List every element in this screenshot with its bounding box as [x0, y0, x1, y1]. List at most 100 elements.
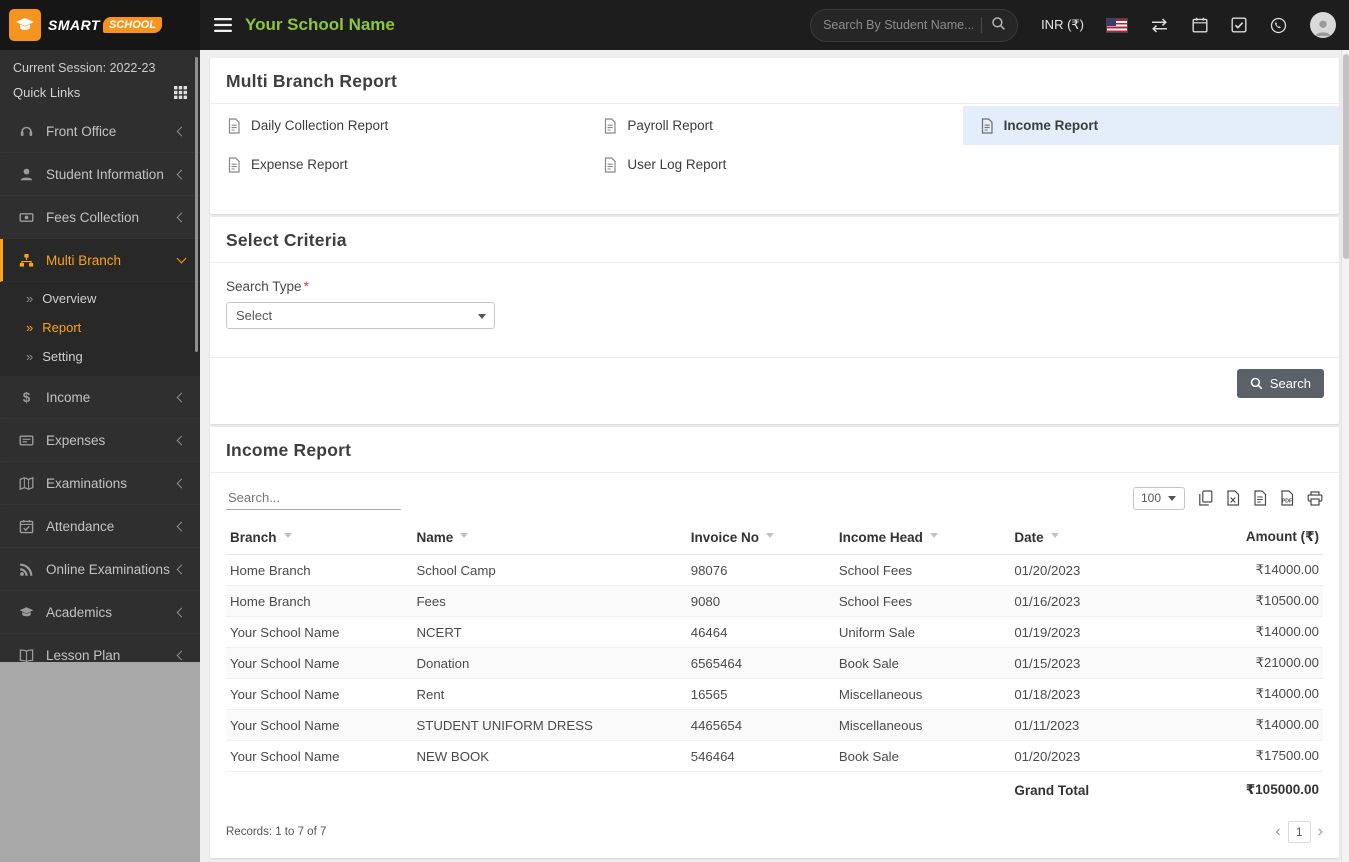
wallet-icon — [18, 433, 35, 448]
search-type-select-wrap: Select — [226, 302, 495, 329]
book-icon — [18, 648, 35, 663]
criteria-body: Search Type* Select — [210, 263, 1339, 357]
multi-branch-report-card: Multi Branch Report Daily Collection Rep… — [210, 58, 1339, 214]
report-link-expense[interactable]: Expense Report — [210, 145, 586, 184]
cell-invoice-no: 546464 — [687, 741, 835, 772]
sidebar-item-fees-collection[interactable]: Fees Collection — [0, 196, 200, 239]
quick-links[interactable]: Quick Links — [13, 85, 187, 103]
cell-income-head: School Fees — [835, 555, 1011, 586]
search-icon[interactable] — [991, 16, 1006, 34]
search-type-label: Search Type* — [226, 279, 1323, 294]
sidebar-subitem-overview[interactable]: Overview — [0, 284, 200, 313]
sort-caret-icon — [460, 533, 468, 542]
submenu-label: Setting — [42, 349, 82, 364]
copy-icon[interactable] — [1198, 490, 1213, 506]
user-avatar[interactable] — [1310, 12, 1336, 38]
cell-income-head: Book Sale — [835, 741, 1011, 772]
page-size-select-wrap: 100 — [1133, 487, 1185, 510]
submenu-label: Overview — [42, 291, 96, 306]
excel-export-icon[interactable] — [1226, 490, 1240, 506]
app-logo[interactable]: SMART SCHOOL — [0, 0, 200, 50]
file-text-icon — [603, 118, 617, 134]
column-header-date[interactable]: Date — [1010, 520, 1164, 555]
cell-branch: Home Branch — [226, 586, 412, 617]
cell-amount: ₹14000.00 — [1164, 710, 1323, 741]
report-link-payroll[interactable]: Payroll Report — [586, 106, 962, 145]
cell-invoice-no: 9080 — [687, 586, 835, 617]
sidebar-item-attendance[interactable]: Attendance — [0, 505, 200, 548]
sidebar-item-online-examinations[interactable]: Online Examinations — [0, 548, 200, 591]
menu-label: Fees Collection — [46, 210, 178, 225]
sidebar-subitem-report[interactable]: Report — [0, 313, 200, 342]
report-link-user-log[interactable]: User Log Report — [586, 145, 962, 184]
menu-label: Expenses — [46, 433, 178, 448]
multi-branch-submenu: Overview Report Setting — [0, 282, 200, 376]
card-title: Income Report — [226, 440, 1323, 461]
menu-label: Examinations — [46, 476, 178, 491]
print-icon[interactable] — [1307, 491, 1323, 506]
brand: SMART SCHOOL — [48, 17, 162, 33]
sidebar-nav: Front Office Student Information Fees Co… — [0, 110, 200, 662]
task-check-icon[interactable] — [1231, 17, 1247, 33]
chevron-left-icon — [177, 169, 187, 179]
svg-text:$: $ — [23, 390, 31, 405]
pagination-page-1[interactable]: 1 — [1288, 821, 1311, 843]
pdf-export-icon[interactable]: PDF — [1280, 490, 1294, 506]
cell-date: 01/20/2023 — [1010, 741, 1164, 772]
pagination-prev-icon[interactable]: ‹ — [1275, 824, 1280, 840]
sidebar-item-expenses[interactable]: Expenses — [0, 419, 200, 462]
cell-date: 01/20/2023 — [1010, 555, 1164, 586]
column-header-amount[interactable]: Amount (₹) — [1164, 520, 1323, 555]
calendar-icon[interactable] — [1192, 17, 1208, 33]
report-link-income[interactable]: Income Report — [963, 106, 1339, 145]
sidebar-item-student-information[interactable]: Student Information — [0, 153, 200, 196]
table-footer: Records: 1 to 7 of 7 ‹ 1 › — [210, 808, 1339, 858]
language-flag-us-icon[interactable] — [1107, 19, 1127, 32]
menu-label: Multi Branch — [46, 253, 178, 268]
hamburger-icon[interactable] — [214, 18, 232, 32]
column-header-name[interactable]: Name — [412, 520, 686, 555]
brand-smart: SMART — [48, 17, 100, 33]
cell-amount: ₹10500.00 — [1164, 586, 1323, 617]
sidebar-item-front-office[interactable]: Front Office — [0, 110, 200, 153]
branch-exchange-icon[interactable] — [1150, 18, 1169, 33]
select-criteria-card: Select Criteria Search Type* Select Sear… — [210, 217, 1339, 424]
column-header-income-head[interactable]: Income Head — [835, 520, 1011, 555]
submenu-label: Report — [42, 320, 81, 335]
report-link-daily-collection[interactable]: Daily Collection Report — [210, 106, 586, 145]
table-row: Home BranchFees9080School Fees01/16/2023… — [226, 586, 1323, 617]
column-header-invoice-no[interactable]: Invoice No — [687, 520, 835, 555]
sidebar-item-lesson-plan[interactable]: Lesson Plan — [0, 634, 200, 662]
rss-icon — [18, 562, 35, 577]
currency-selector[interactable]: INR (₹) — [1041, 17, 1084, 33]
column-header-branch[interactable]: Branch — [226, 520, 412, 555]
page-size-select[interactable]: 100 — [1133, 487, 1185, 510]
student-search-input[interactable] — [815, 18, 981, 32]
svg-text:PDF: PDF — [1282, 499, 1292, 505]
navbar-actions: INR (₹) — [810, 9, 1349, 42]
cell-branch: Your School Name — [226, 648, 412, 679]
table-search-input[interactable] — [226, 486, 401, 510]
cell-income-head: Uniform Sale — [835, 617, 1011, 648]
card-title: Select Criteria — [226, 230, 1323, 251]
chevron-left-icon — [177, 392, 187, 402]
card-header: Income Report — [210, 427, 1339, 473]
sidebar-item-examinations[interactable]: Examinations — [0, 462, 200, 505]
search-type-select[interactable]: Select — [226, 302, 495, 329]
sidebar-scrollbar[interactable] — [195, 57, 198, 352]
search-button[interactable]: Search — [1237, 369, 1324, 398]
csv-export-icon[interactable] — [1253, 490, 1267, 506]
page-scrollbar[interactable] — [1341, 50, 1349, 862]
sidebar-item-income[interactable]: $ Income — [0, 376, 200, 419]
sidebar-item-multi-branch[interactable]: Multi Branch — [0, 239, 200, 282]
whatsapp-icon[interactable] — [1270, 17, 1287, 34]
scrollbar-thumb[interactable] — [1343, 54, 1349, 259]
sidebar: Current Session: 2022-23 Quick Links Fro… — [0, 50, 200, 862]
card-title: Multi Branch Report — [226, 71, 1323, 92]
required-mark: * — [304, 279, 309, 294]
sidebar-subitem-setting[interactable]: Setting — [0, 342, 200, 371]
file-text-icon — [227, 157, 241, 173]
sidebar-item-academics[interactable]: Academics — [0, 591, 200, 634]
menu-label: Income — [46, 390, 178, 405]
pagination-next-icon[interactable]: › — [1318, 824, 1323, 840]
